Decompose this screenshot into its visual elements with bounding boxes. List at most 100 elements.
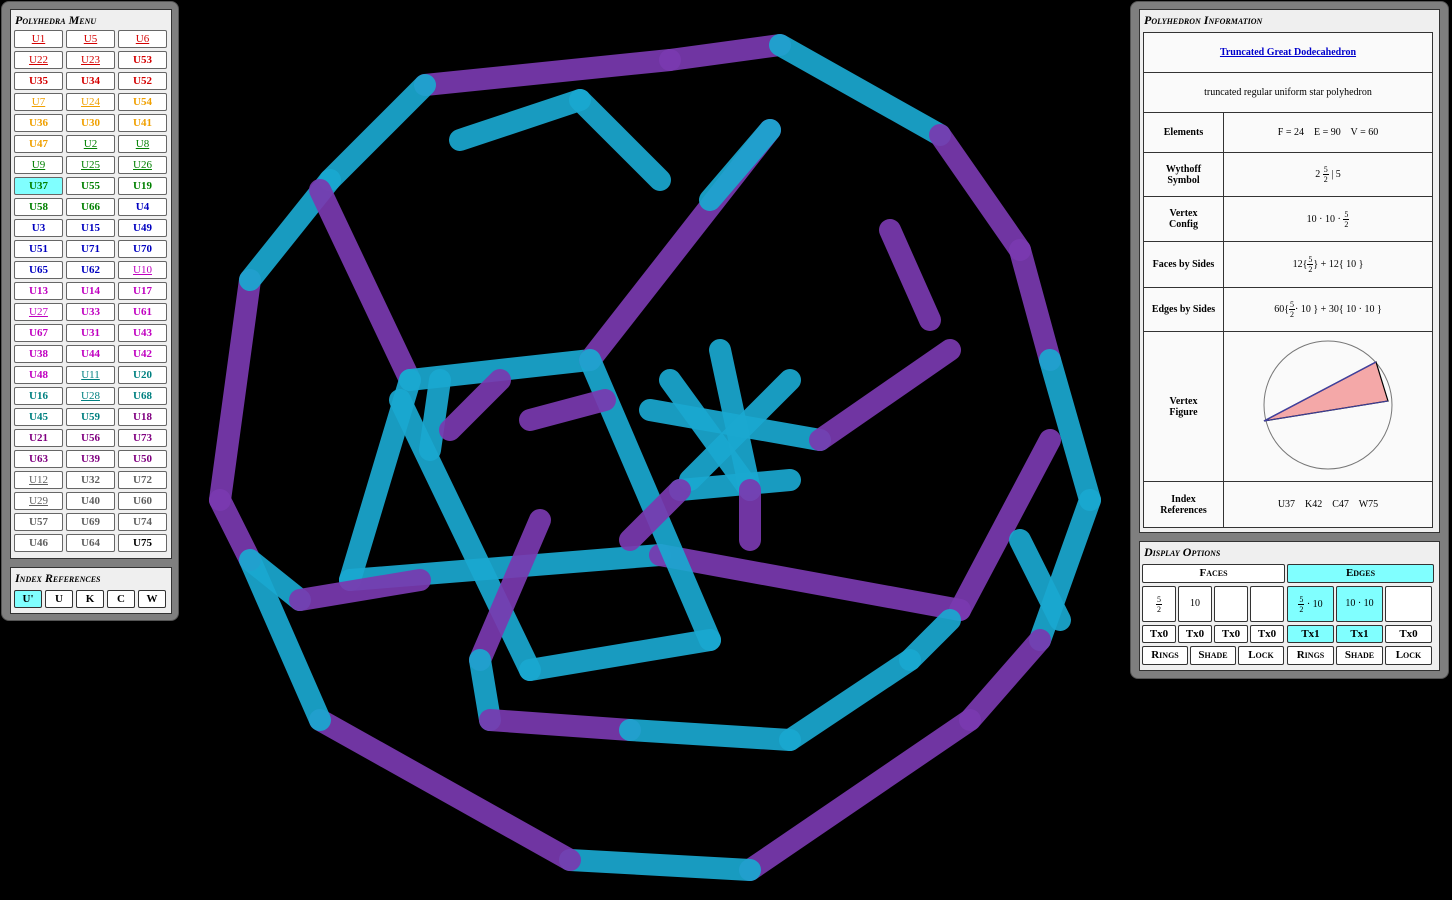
menu-item-u2[interactable]: U2: [66, 135, 115, 153]
face-option-lock-button[interactable]: Lock: [1238, 646, 1284, 665]
face-option-rings-button[interactable]: Rings: [1142, 646, 1188, 665]
menu-item-u23[interactable]: U23: [66, 51, 115, 69]
menu-item-u3[interactable]: U3: [14, 219, 63, 237]
menu-item-u31[interactable]: U31: [66, 324, 115, 342]
menu-item-u52[interactable]: U52: [118, 72, 167, 90]
edge-texture-button-2[interactable]: Tx0: [1385, 625, 1432, 643]
menu-item-u5[interactable]: U5: [66, 30, 115, 48]
face-texture-button-0[interactable]: Tx0: [1142, 625, 1176, 643]
menu-item-u25[interactable]: U25: [66, 156, 115, 174]
menu-item-u73[interactable]: U73: [118, 429, 167, 447]
menu-item-u12[interactable]: U12: [14, 471, 63, 489]
menu-item-u40[interactable]: U40: [66, 492, 115, 510]
menu-item-u42[interactable]: U42: [118, 345, 167, 363]
menu-item-u68[interactable]: U68: [118, 387, 167, 405]
menu-item-u4[interactable]: U4: [118, 198, 167, 216]
menu-item-u70[interactable]: U70: [118, 240, 167, 258]
menu-item-u66[interactable]: U66: [66, 198, 115, 216]
edge-cell-1[interactable]: 10 · 10: [1336, 586, 1383, 622]
polyhedron-name-link[interactable]: Truncated Great Dodecahedron: [1220, 47, 1356, 58]
menu-item-u41[interactable]: U41: [118, 114, 167, 132]
edge-texture-button-0[interactable]: Tx1: [1287, 625, 1334, 643]
edge-texture-button-1[interactable]: Tx1: [1336, 625, 1383, 643]
menu-item-u9[interactable]: U9: [14, 156, 63, 174]
index-ref-button-4[interactable]: W: [138, 590, 166, 608]
edge-option-rings-button[interactable]: Rings: [1287, 646, 1334, 665]
menu-item-u32[interactable]: U32: [66, 471, 115, 489]
menu-item-u28[interactable]: U28: [66, 387, 115, 405]
faces-header[interactable]: Faces: [1142, 564, 1285, 583]
menu-item-u17[interactable]: U17: [118, 282, 167, 300]
face-cell-2[interactable]: [1214, 586, 1248, 622]
menu-item-u47[interactable]: U47: [14, 135, 63, 153]
menu-item-u22[interactable]: U22: [14, 51, 63, 69]
menu-item-u45[interactable]: U45: [14, 408, 63, 426]
menu-item-u49[interactable]: U49: [118, 219, 167, 237]
menu-item-u65[interactable]: U65: [14, 261, 63, 279]
menu-item-u8[interactable]: U8: [118, 135, 167, 153]
menu-item-u71[interactable]: U71: [66, 240, 115, 258]
menu-item-u54[interactable]: U54: [118, 93, 167, 111]
menu-item-u48[interactable]: U48: [14, 366, 63, 384]
face-texture-button-2[interactable]: Tx0: [1214, 625, 1248, 643]
menu-item-u39[interactable]: U39: [66, 450, 115, 468]
menu-item-u60[interactable]: U60: [118, 492, 167, 510]
menu-item-u14[interactable]: U14: [66, 282, 115, 300]
menu-item-u50[interactable]: U50: [118, 450, 167, 468]
menu-item-u6[interactable]: U6: [118, 30, 167, 48]
menu-item-u24[interactable]: U24: [66, 93, 115, 111]
menu-item-u67[interactable]: U67: [14, 324, 63, 342]
menu-item-u34[interactable]: U34: [66, 72, 115, 90]
edge-option-shade-button[interactable]: Shade: [1336, 646, 1383, 665]
menu-item-u36[interactable]: U36: [14, 114, 63, 132]
menu-item-u46[interactable]: U46: [14, 534, 63, 552]
menu-item-u19[interactable]: U19: [118, 177, 167, 195]
menu-item-u51[interactable]: U51: [14, 240, 63, 258]
face-cell-3[interactable]: [1250, 586, 1284, 622]
menu-item-u58[interactable]: U58: [14, 198, 63, 216]
edges-header[interactable]: Edges: [1287, 564, 1434, 583]
menu-item-u64[interactable]: U64: [66, 534, 115, 552]
menu-item-u43[interactable]: U43: [118, 324, 167, 342]
menu-item-u18[interactable]: U18: [118, 408, 167, 426]
menu-item-u20[interactable]: U20: [118, 366, 167, 384]
menu-item-u74[interactable]: U74: [118, 513, 167, 531]
index-ref-button-2[interactable]: K: [76, 590, 104, 608]
menu-item-u62[interactable]: U62: [66, 261, 115, 279]
menu-item-u55[interactable]: U55: [66, 177, 115, 195]
menu-item-u38[interactable]: U38: [14, 345, 63, 363]
menu-item-u63[interactable]: U63: [14, 450, 63, 468]
menu-item-u26[interactable]: U26: [118, 156, 167, 174]
menu-item-u44[interactable]: U44: [66, 345, 115, 363]
menu-item-u16[interactable]: U16: [14, 387, 63, 405]
menu-item-u30[interactable]: U30: [66, 114, 115, 132]
edge-cell-0[interactable]: 52 · 10: [1287, 586, 1334, 622]
face-cell-0[interactable]: 52: [1142, 586, 1176, 622]
face-texture-button-1[interactable]: Tx0: [1178, 625, 1212, 643]
face-texture-button-3[interactable]: Tx0: [1250, 625, 1284, 643]
menu-item-u21[interactable]: U21: [14, 429, 63, 447]
face-option-shade-button[interactable]: Shade: [1190, 646, 1236, 665]
menu-item-u35[interactable]: U35: [14, 72, 63, 90]
menu-item-u59[interactable]: U59: [66, 408, 115, 426]
polyhedron-viewport[interactable]: [190, 20, 1110, 890]
menu-item-u69[interactable]: U69: [66, 513, 115, 531]
menu-item-u37[interactable]: U37: [14, 177, 63, 195]
menu-item-u27[interactable]: U27: [14, 303, 63, 321]
menu-item-u10[interactable]: U10: [118, 261, 167, 279]
menu-item-u1[interactable]: U1: [14, 30, 63, 48]
menu-item-u15[interactable]: U15: [66, 219, 115, 237]
face-cell-1[interactable]: 10: [1178, 586, 1212, 622]
menu-item-u33[interactable]: U33: [66, 303, 115, 321]
edge-cell-2[interactable]: [1385, 586, 1432, 622]
menu-item-u29[interactable]: U29: [14, 492, 63, 510]
menu-item-u11[interactable]: U11: [66, 366, 115, 384]
menu-item-u56[interactable]: U56: [66, 429, 115, 447]
index-ref-button-0[interactable]: U': [14, 590, 42, 608]
menu-item-u61[interactable]: U61: [118, 303, 167, 321]
index-ref-button-3[interactable]: C: [107, 590, 135, 608]
menu-item-u53[interactable]: U53: [118, 51, 167, 69]
index-ref-button-1[interactable]: U: [45, 590, 73, 608]
edge-option-lock-button[interactable]: Lock: [1385, 646, 1432, 665]
menu-item-u72[interactable]: U72: [118, 471, 167, 489]
